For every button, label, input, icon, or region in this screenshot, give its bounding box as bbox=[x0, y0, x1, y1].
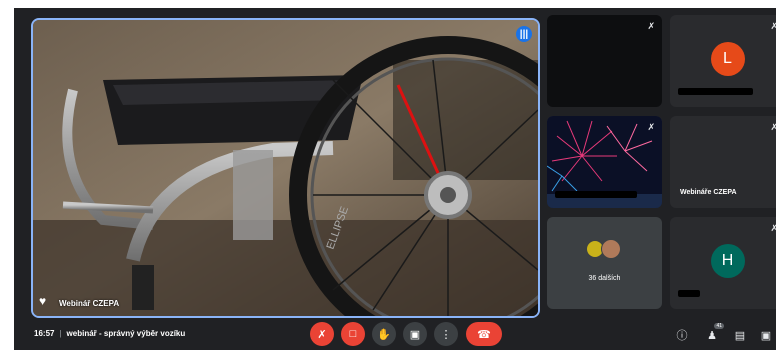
leave-call-button[interactable]: ☎ bbox=[466, 322, 502, 346]
call-end-icon: ☎ bbox=[477, 328, 491, 341]
meeting-title: webinář - správný výběr vozíku bbox=[66, 329, 186, 338]
participant-tile-6[interactable]: ✗ H bbox=[670, 217, 776, 309]
others-tile[interactable]: 36 dalších bbox=[547, 217, 662, 309]
others-count-label: 36 dalších bbox=[588, 275, 621, 282]
participant-tile-3[interactable]: ✗ bbox=[547, 116, 662, 208]
pin-icon[interactable]: ♥ bbox=[39, 294, 53, 308]
bottom-toolbar: 16:57 | webinář - správný výběr vozíku ✗ □… bbox=[14, 318, 776, 350]
activities-icon: ▣ bbox=[760, 329, 772, 342]
mic-off-icon: ✗ bbox=[317, 328, 327, 341]
present-icon: ▣ bbox=[409, 328, 421, 341]
mic-off-icon: ✗ bbox=[647, 21, 655, 31]
main-video-tile[interactable]: ELLIPSE ||| ♥ Webinář CZEPA bbox=[31, 18, 540, 318]
microphone-off-button[interactable]: ✗ bbox=[310, 322, 334, 346]
raise-hand-button[interactable]: ✋ bbox=[372, 322, 396, 346]
clock-time: 16:57 bbox=[34, 329, 55, 338]
people-button[interactable]: ♟ 41 bbox=[704, 323, 724, 343]
hand-icon: ✋ bbox=[377, 328, 391, 341]
main-participant-name: Webinář CZEPA bbox=[59, 299, 120, 308]
redacted-name bbox=[678, 88, 753, 95]
speaking-indicator-icon: ||| bbox=[516, 26, 532, 42]
other-avatar-icon bbox=[601, 239, 621, 259]
mic-off-icon: ✗ bbox=[770, 223, 776, 233]
activities-button[interactable]: ▣ bbox=[758, 327, 774, 343]
chat-icon: ▤ bbox=[734, 329, 746, 342]
participant-tile-4[interactable]: ✗ Webináře CZEPA bbox=[670, 116, 776, 208]
redacted-name bbox=[678, 290, 700, 297]
mic-off-icon: ✗ bbox=[770, 21, 776, 31]
avatar: H bbox=[710, 244, 745, 278]
redacted-name bbox=[555, 191, 637, 198]
separator: | bbox=[59, 329, 62, 338]
participant-tile-1[interactable]: ✗ bbox=[547, 15, 662, 107]
meet-window: ELLIPSE ||| ♥ Webinář CZEPA ✗ ✗ L ✗ ✗ We… bbox=[14, 8, 776, 350]
mic-off-icon: ✗ bbox=[770, 122, 776, 132]
meeting-details-button[interactable]: ⓘ bbox=[674, 327, 690, 343]
present-screen-button[interactable]: ▣ bbox=[403, 322, 427, 346]
participants-count-badge: 41 bbox=[714, 323, 724, 329]
people-icon: ♟ bbox=[707, 329, 717, 342]
mic-off-icon: ✗ bbox=[647, 122, 655, 132]
more-vert-icon: ⋮ bbox=[440, 328, 452, 341]
participant-name: Webináře CZEPA bbox=[680, 189, 737, 196]
meeting-info: 16:57 | webinář - správný výběr vozíku bbox=[34, 329, 185, 338]
wheelchair-video-frame: ELLIPSE bbox=[33, 20, 538, 316]
camera-off-button[interactable]: □ bbox=[341, 322, 365, 346]
participant-tile-2[interactable]: ✗ L bbox=[670, 15, 776, 107]
info-icon: ⓘ bbox=[676, 330, 688, 342]
more-options-button[interactable]: ⋮ bbox=[434, 322, 458, 346]
chat-button[interactable]: ▤ bbox=[732, 327, 748, 343]
videocam-off-icon: □ bbox=[349, 328, 357, 340]
avatar: L bbox=[710, 42, 745, 76]
